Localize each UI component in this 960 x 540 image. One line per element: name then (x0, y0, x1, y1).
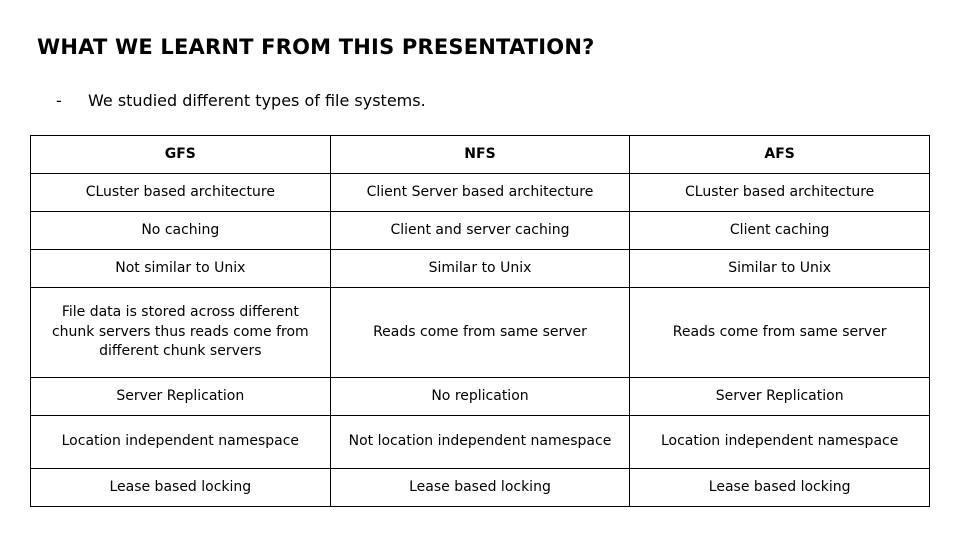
table-row-unix-similarity: Not similar to Unix Similar to Unix Simi… (30, 249, 930, 288)
slide-title: WHAT WE LEARNT FROM THIS PRESENTATION? (37, 35, 595, 59)
table-cell: Client caching (629, 211, 930, 250)
table-cell: Server Replication (30, 377, 331, 416)
table-row-namespace: Location independent namespace Not locat… (30, 415, 930, 469)
table-cell: Lease based locking (629, 468, 930, 507)
table-cell: Reads come from same server (329, 287, 631, 378)
table-cell: File data is stored across different chu… (30, 287, 331, 378)
header-cell-gfs: GFS (30, 135, 331, 174)
bullet-item: - We studied different types of file sys… (56, 90, 426, 112)
table-cell: Reads come from same server (629, 287, 930, 378)
header-cell-nfs: NFS (329, 135, 631, 174)
table-row-reads: File data is stored across different chu… (30, 287, 930, 378)
bullet-list: - We studied different types of file sys… (56, 90, 426, 112)
table-cell: Similar to Unix (329, 249, 631, 288)
table-cell: No caching (30, 211, 331, 250)
table-row-architecture: CLuster based architecture Client Server… (30, 173, 930, 212)
table-cell: Not location independent namespace (329, 415, 631, 469)
table-cell: Not similar to Unix (30, 249, 331, 288)
table-cell: Client and server caching (329, 211, 631, 250)
table-cell: Client Server based architecture (329, 173, 631, 212)
table-row-caching: No caching Client and server caching Cli… (30, 211, 930, 250)
header-row: GFS NFS AFS (30, 135, 930, 174)
table-cell: Server Replication (629, 377, 930, 416)
table-cell: No replication (329, 377, 631, 416)
table-cell: Lease based locking (30, 468, 331, 507)
table-cell: Similar to Unix (629, 249, 930, 288)
table-cell: CLuster based architecture (629, 173, 930, 212)
bullet-text: We studied different types of file syste… (88, 91, 426, 110)
header-cell-afs: AFS (629, 135, 930, 174)
table-row-locking: Lease based locking Lease based locking … (30, 468, 930, 507)
bullet-marker: - (56, 91, 62, 110)
table-cell: Location independent namespace (30, 415, 331, 469)
table-cell: CLuster based architecture (30, 173, 331, 212)
table-cell: Location independent namespace (629, 415, 930, 469)
comparison-table: GFS NFS AFS CLuster based architecture C… (30, 135, 930, 507)
table-cell: Lease based locking (329, 468, 631, 507)
table-row-replication: Server Replication No replication Server… (30, 377, 930, 416)
